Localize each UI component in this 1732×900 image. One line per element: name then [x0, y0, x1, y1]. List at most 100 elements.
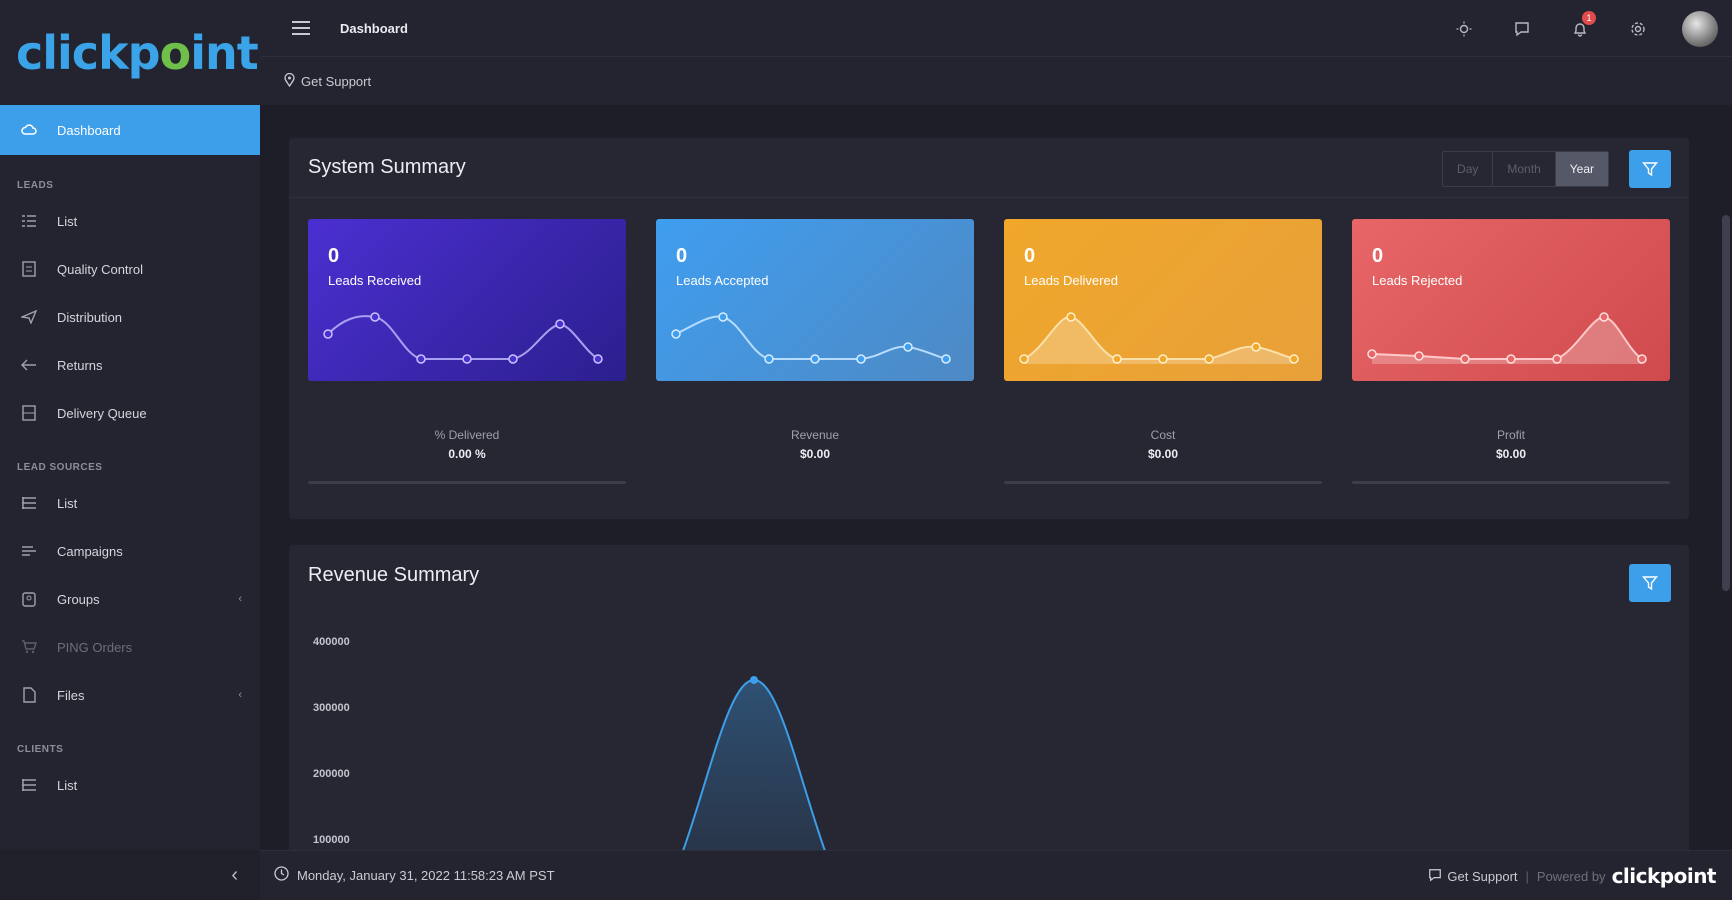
sidebar-item-label: Returns [57, 357, 103, 373]
stat-value: $0.00 [1147, 447, 1179, 461]
stat-progress-track [308, 481, 626, 484]
revenue-summary-title: Revenue Summary [308, 563, 480, 586]
tile-value: 0 [1372, 245, 1384, 267]
footer-datetime: Monday, January 31, 2022 11:58:23 AM PST [297, 868, 555, 883]
tile-label: Leads Rejected [1372, 273, 1463, 288]
period-year-button[interactable]: Year [1555, 152, 1608, 186]
list-icon [20, 494, 38, 512]
revenue-chart: 400000 300000 200000 100000 [308, 615, 1668, 850]
get-support-link[interactable]: Get Support [301, 74, 371, 89]
file-icon [20, 686, 38, 704]
sidebar-item-delivery-queue[interactable]: Delivery Queue [0, 389, 260, 437]
menu-toggle-icon[interactable] [292, 21, 310, 35]
system-summary-card: System Summary Day Month Year 0 Leads Re… [289, 138, 1689, 519]
period-selector: Day Month Year [1442, 151, 1609, 187]
chat-icon[interactable] [1508, 15, 1536, 43]
stat-profit: Profit $0.00 [1352, 428, 1670, 488]
footer-separator: | [1525, 868, 1529, 884]
main-content: System Summary Day Month Year 0 Leads Re… [260, 105, 1732, 850]
support-bar: Get Support [260, 57, 1732, 105]
sidebar-item-label: Dashboard [57, 122, 121, 138]
revenue-area [683, 680, 825, 850]
send-icon [20, 308, 38, 326]
cart-icon [20, 638, 38, 656]
chat-icon [1428, 868, 1442, 885]
stat-revenue: Revenue $0.00 [656, 428, 974, 488]
footer-get-support-link[interactable]: Get Support [1447, 869, 1517, 884]
logo[interactable]: clickpoint® [0, 0, 266, 105]
tile-value: 0 [676, 245, 688, 267]
sidebar-item-label: Campaigns [57, 543, 123, 559]
sidebar-item-label: PING Orders [57, 639, 133, 655]
sidebar-item-label: Delivery Queue [57, 405, 147, 421]
sidebar-item-quality-control[interactable]: Quality Control [0, 245, 260, 293]
summary-stats: % Delivered 0.00 % Revenue $0.00 Cost $0… [308, 428, 1671, 488]
topbar: Dashboard 1 [260, 0, 1732, 57]
section-leads: LEADS [17, 180, 54, 191]
campaigns-icon [20, 542, 38, 560]
footer-logo[interactable]: clickpoint [1612, 864, 1717, 888]
sidebar-nav: LEADS List Quality Control Distribution [0, 155, 260, 809]
sidebar-item-ping-orders[interactable]: PING Orders [0, 623, 260, 671]
tile-sparkline [323, 312, 603, 364]
tile-label: Leads Received [328, 273, 422, 288]
chevron-left-icon: ‹ [231, 863, 238, 886]
sidebar-item-label: List [57, 777, 78, 793]
chevron-left-icon: ‹ [238, 689, 242, 701]
sidebar: clickpoint® Dashboard LEADS List Quality… [0, 0, 266, 900]
list-icon [20, 776, 38, 794]
period-day-button[interactable]: Day [1443, 152, 1494, 186]
period-month-button[interactable]: Month [1493, 152, 1556, 186]
sidebar-item-clients-list[interactable]: List [0, 761, 260, 809]
stat-progress-track [1004, 481, 1322, 484]
theme-toggle-icon[interactable] [1450, 15, 1478, 43]
stat-label: Profit [1496, 428, 1525, 442]
sidebar-item-label: Quality Control [57, 261, 143, 277]
stat-label: Revenue [790, 428, 840, 442]
sidebar-item-groups[interactable]: Groups ‹ [0, 575, 260, 623]
groups-icon [20, 590, 38, 608]
stat-cost: Cost $0.00 [1004, 428, 1322, 488]
revenue-summary-header: Revenue Summary [289, 545, 1689, 605]
tile-leads-accepted[interactable]: 0 Leads Accepted [656, 219, 974, 381]
sidebar-item-files[interactable]: Files ‹ [0, 671, 260, 719]
sidebar-item-campaigns[interactable]: Campaigns [0, 527, 260, 575]
tile-value: 0 [328, 245, 340, 267]
tile-sparkline [671, 312, 951, 364]
section-lead-sources: LEAD SOURCES [17, 462, 103, 473]
system-summary-title: System Summary [308, 156, 466, 178]
tile-leads-delivered[interactable]: 0 Leads Delivered [1004, 219, 1322, 381]
sidebar-item-lead-sources-list[interactable]: List [0, 479, 260, 527]
revenue-summary-card: Revenue Summary 400000 300000 200000 100… [289, 545, 1689, 850]
settings-gear-icon[interactable] [1624, 15, 1652, 43]
user-avatar[interactable] [1682, 10, 1718, 47]
stat-label: % Delivered [434, 428, 500, 442]
notifications-bell-icon[interactable]: 1 [1566, 10, 1596, 43]
sidebar-item-dashboard[interactable]: Dashboard [0, 105, 260, 155]
sidebar-item-distribution[interactable]: Distribution [0, 293, 260, 341]
revenue-data-point[interactable] [750, 676, 758, 684]
logo-text: clickpoint [16, 25, 259, 80]
tile-leads-received[interactable]: 0 Leads Received [308, 219, 626, 381]
clock-icon [274, 866, 289, 885]
system-summary-filter-button[interactable] [1629, 150, 1671, 188]
sidebar-collapse-button[interactable]: ‹ [0, 850, 260, 900]
tile-sparkline [1367, 312, 1647, 364]
sidebar-item-label: Groups [57, 591, 100, 607]
tile-leads-rejected[interactable]: 0 Leads Rejected [1352, 219, 1670, 381]
sidebar-item-returns[interactable]: Returns [0, 341, 260, 389]
app-root: clickpoint® Dashboard LEADS List Quality… [0, 0, 1732, 900]
stat-progress-track [1352, 481, 1670, 484]
revenue-summary-filter-button[interactable] [1629, 564, 1671, 602]
queue-icon [20, 404, 38, 422]
page-title: Dashboard [340, 20, 408, 36]
sidebar-item-label: List [57, 495, 78, 511]
chevron-left-icon: ‹ [238, 593, 242, 605]
stat-value: $0.00 [1495, 447, 1527, 461]
main-scrollbar[interactable] [1722, 215, 1730, 591]
sidebar-item-leads-list[interactable]: List [0, 197, 260, 245]
filter-icon [1642, 576, 1658, 591]
section-clients: CLIENTS [17, 744, 64, 755]
notifications-badge: 1 [1582, 10, 1596, 25]
top-icons: 1 [1420, 0, 1718, 57]
